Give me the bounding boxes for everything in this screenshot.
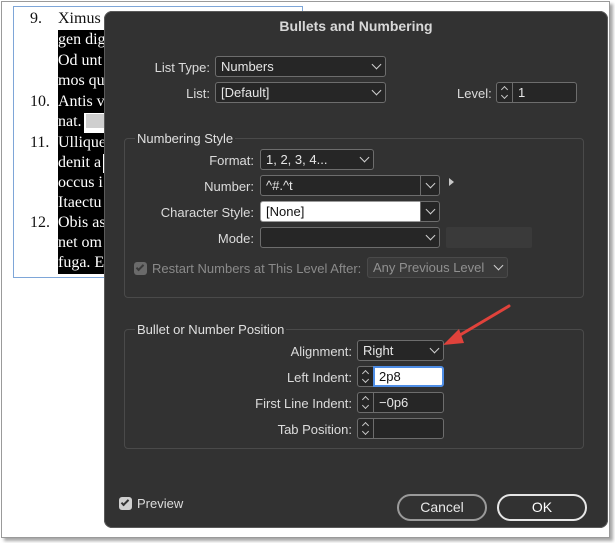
ok-button[interactable]: OK xyxy=(497,494,587,521)
character-style-value[interactable]: [None] xyxy=(260,201,421,222)
left-indent-label: Left Indent: xyxy=(286,370,352,385)
list-number: 12. xyxy=(30,214,50,231)
mode-select[interactable] xyxy=(260,227,440,248)
restart-numbers-checkbox[interactable] xyxy=(134,262,147,275)
cancel-button[interactable]: Cancel xyxy=(397,494,487,521)
chevron-down-icon xyxy=(425,204,436,215)
format-select[interactable]: 1, 2, 3, 4... xyxy=(260,149,374,170)
list-line: Od unt xyxy=(58,51,104,72)
list-line: Obis as xyxy=(58,213,108,234)
mode-number-field xyxy=(446,227,532,248)
list-value: [Default] xyxy=(221,85,270,100)
special-characters-arrow-icon[interactable] xyxy=(449,178,454,186)
text-gap xyxy=(86,114,104,128)
character-style-label: Character Style: xyxy=(160,205,254,220)
character-style-dropdown-button[interactable] xyxy=(420,201,440,222)
stepper-arrows-icon[interactable] xyxy=(496,82,513,103)
restart-numbers-label: Restart Numbers at This Level After: xyxy=(152,261,362,276)
format-value: 1, 2, 3, 4... xyxy=(266,152,328,167)
preview-label: Preview xyxy=(137,496,184,511)
character-style-combo[interactable]: [None] xyxy=(260,201,440,222)
list-number: 9. xyxy=(30,10,42,27)
list-line: occus i xyxy=(58,173,105,194)
dialog-title: Bullets and Numbering xyxy=(279,18,433,34)
left-indent-input[interactable]: 2p8 xyxy=(373,366,444,387)
tab-position-label: Tab Position: xyxy=(277,422,352,437)
list-number: 10. xyxy=(30,93,50,110)
screenshot-frame: 9. Ximus gen dig Od unt mos qu 10. Antis… xyxy=(0,0,615,543)
list-line: gen dig xyxy=(58,30,108,51)
list-line: Antis v xyxy=(58,92,107,113)
list-type-value: Numbers xyxy=(221,59,274,74)
first-line-indent-input[interactable]: −0p6 xyxy=(373,392,444,413)
level-label: Level: xyxy=(457,86,492,101)
chevron-down-icon xyxy=(371,85,382,96)
number-combo[interactable]: ^#.^t xyxy=(260,175,440,196)
list-line: nat. xyxy=(58,112,84,133)
list-number: 11. xyxy=(30,134,50,151)
list-select[interactable]: [Default] xyxy=(215,82,386,103)
position-title: Bullet or Number Position xyxy=(135,322,287,338)
alignment-select[interactable]: Right xyxy=(357,340,444,361)
list-type-label: List Type: xyxy=(154,60,210,75)
chevron-down-icon xyxy=(493,260,504,271)
restart-level-value: Any Previous Level xyxy=(373,260,485,275)
list-label: List: xyxy=(186,86,210,101)
bullets-numbering-dialog: Bullets and Numbering List Type: Numbers… xyxy=(104,11,608,528)
preview-checkbox[interactable] xyxy=(119,497,132,510)
alignment-value: Right xyxy=(363,343,394,358)
list-line: fuga. E xyxy=(58,253,107,274)
list-line: Ullique xyxy=(58,133,108,154)
list-line: mos qu xyxy=(58,71,107,92)
level-stepper[interactable]: 1 xyxy=(496,82,577,103)
chevron-down-icon xyxy=(371,59,382,70)
number-dropdown-button[interactable] xyxy=(420,175,440,196)
list-line: net om xyxy=(58,233,104,254)
first-line-indent-label: First Line Indent: xyxy=(255,396,352,411)
stepper-arrows-icon[interactable] xyxy=(357,392,374,413)
stepper-arrows-icon[interactable] xyxy=(357,366,374,387)
restart-level-select[interactable]: Any Previous Level xyxy=(367,257,508,278)
left-indent-stepper[interactable]: 2p8 xyxy=(357,366,444,387)
tab-position-stepper[interactable] xyxy=(357,418,444,439)
alignment-label: Alignment: xyxy=(290,344,352,359)
list-line: Itaectu xyxy=(58,193,104,214)
chevron-down-icon xyxy=(429,343,440,354)
format-label: Format: xyxy=(209,153,254,168)
chevron-down-icon xyxy=(359,152,370,163)
chevron-down-icon xyxy=(425,178,436,189)
stepper-arrows-icon[interactable] xyxy=(357,418,374,439)
mode-label: Mode: xyxy=(217,231,254,246)
list-line: Ximus xyxy=(58,10,101,27)
number-input[interactable]: ^#.^t xyxy=(260,175,421,196)
list-type-select[interactable]: Numbers xyxy=(215,56,386,77)
level-input[interactable]: 1 xyxy=(512,82,577,103)
numbering-style-title: Numbering Style xyxy=(135,131,236,147)
tab-position-input[interactable] xyxy=(373,418,444,439)
list-line: denit a xyxy=(58,153,104,174)
number-label: Number: xyxy=(204,179,254,194)
chevron-down-icon xyxy=(425,230,436,241)
first-line-indent-stepper[interactable]: −0p6 xyxy=(357,392,444,413)
